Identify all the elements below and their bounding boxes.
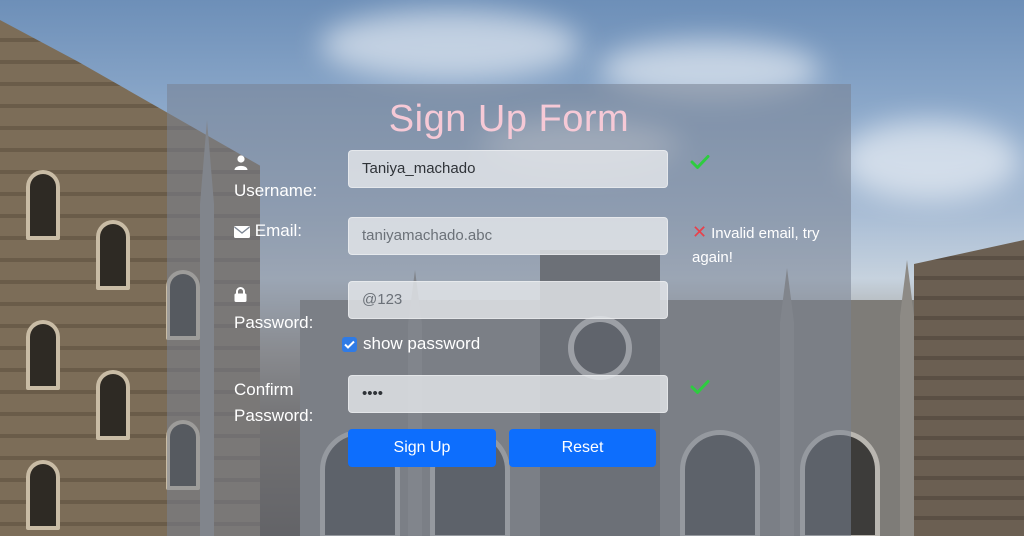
confirm-password-label: Confirm Password: xyxy=(234,377,313,429)
password-input[interactable] xyxy=(348,281,668,319)
confirm-password-label-line1: Confirm xyxy=(234,380,294,399)
email-label-text: Email: xyxy=(254,221,302,240)
username-label: Username: xyxy=(234,150,317,204)
reset-button[interactable]: Reset xyxy=(509,429,656,467)
username-label-text: Username: xyxy=(234,181,318,200)
sign-up-button[interactable]: Sign Up xyxy=(348,429,496,467)
email-error-message: ✕ Invalid email, try again! xyxy=(692,220,842,270)
confirm-password-label-line2: Password: xyxy=(234,406,314,425)
check-icon xyxy=(690,155,710,169)
password-label-text: Password: xyxy=(234,313,314,332)
user-icon xyxy=(234,152,248,178)
check-icon xyxy=(690,380,710,394)
form-title: Sign Up Form xyxy=(388,98,630,140)
show-password-label: show password xyxy=(363,334,481,353)
envelope-icon xyxy=(234,220,250,246)
confirm-password-input[interactable] xyxy=(348,375,668,413)
lock-icon xyxy=(234,284,247,310)
password-label: Password: xyxy=(234,282,313,336)
email-input[interactable] xyxy=(348,217,668,255)
email-label: Email: xyxy=(234,218,302,246)
username-input[interactable] xyxy=(348,150,668,188)
show-password-checkbox[interactable] xyxy=(342,336,357,352)
show-password-toggle[interactable]: show password xyxy=(342,334,480,354)
email-error-text: Invalid email, try again! xyxy=(692,225,820,266)
x-icon: ✕ xyxy=(692,222,708,242)
